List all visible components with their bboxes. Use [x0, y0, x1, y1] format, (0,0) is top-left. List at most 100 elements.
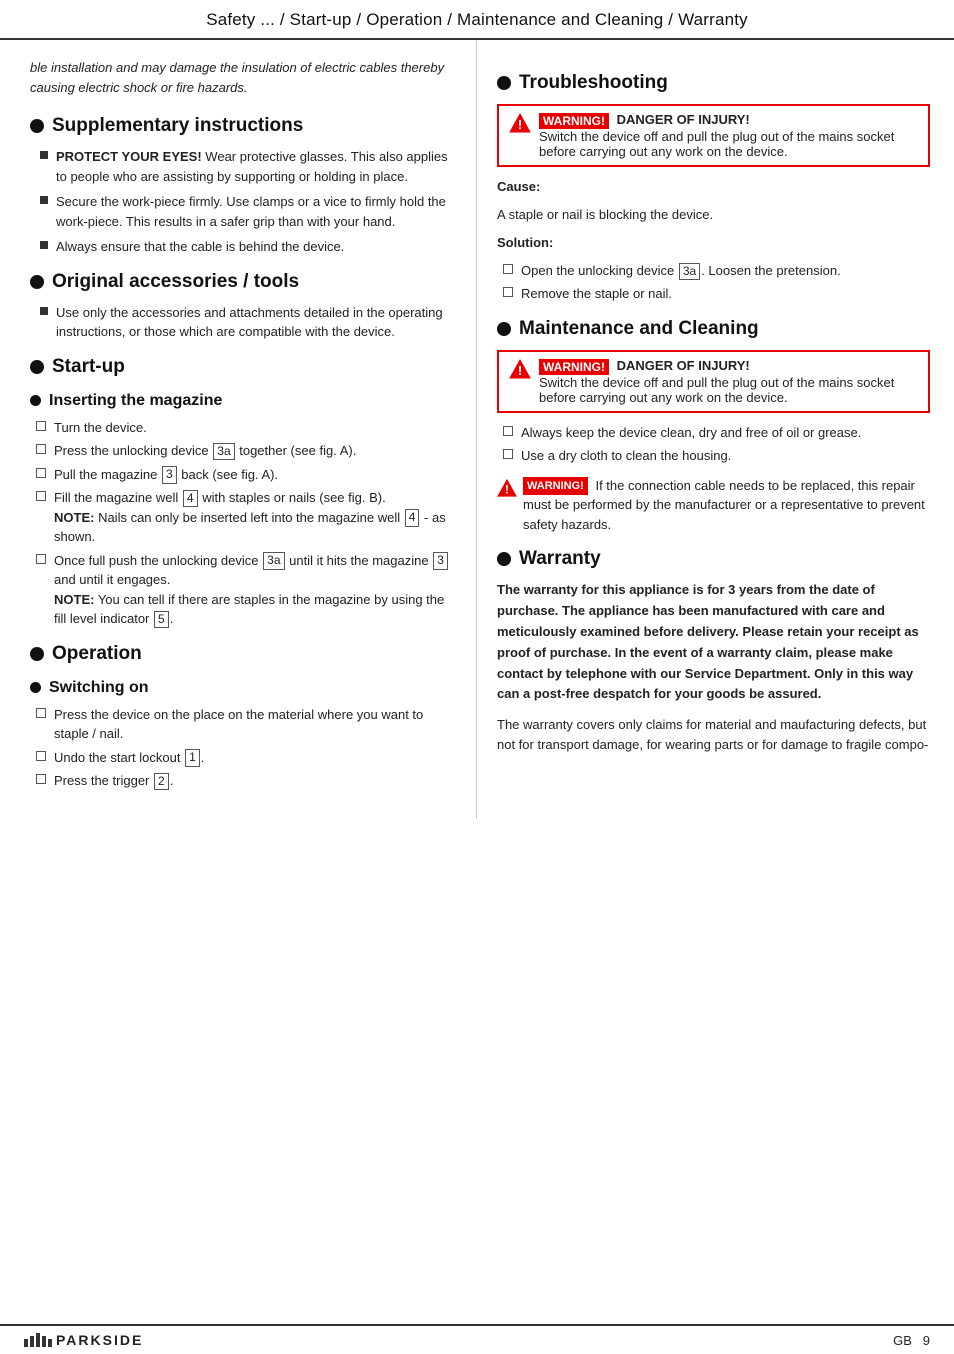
list-item: Pull the magazine 3 back (see fig. A). — [36, 465, 458, 485]
ref-1: 1 — [185, 749, 200, 767]
bullet-icon — [30, 647, 44, 661]
list-item: Always ensure that the cable is behind t… — [40, 237, 458, 257]
checkbox-icon — [36, 774, 46, 784]
operation-section: Operation — [30, 643, 458, 665]
checkbox-icon — [503, 287, 513, 297]
warranty-section: Warranty The warranty for this appliance… — [497, 548, 930, 755]
content-area: ble installation and may damage the insu… — [0, 40, 954, 819]
logo-text: PARKSIDE — [56, 1332, 143, 1348]
list-item: Use a dry cloth to clean the housing. — [503, 446, 930, 466]
ref-3: 3 — [162, 466, 177, 484]
intro-text: ble installation and may damage the insu… — [30, 58, 458, 97]
svg-text:!: ! — [518, 117, 522, 132]
ref-3a-t: 3a — [679, 263, 700, 281]
bullet-icon — [30, 395, 41, 406]
warranty-title: Warranty — [497, 548, 930, 570]
checkbox-icon — [503, 426, 513, 436]
warning-triangle-icon: ! — [509, 112, 531, 134]
page-footer: PARKSIDE GB 9 — [0, 1324, 954, 1354]
ref-3b: 3 — [433, 552, 448, 570]
ref-4b: 4 — [405, 509, 420, 527]
switching-on-list: Press the device on the place on the mat… — [30, 705, 458, 791]
footer-page-info: GB 9 — [893, 1333, 930, 1348]
logo-bars — [24, 1333, 52, 1347]
svg-text:!: ! — [518, 363, 522, 378]
bullet-icon — [30, 275, 44, 289]
list-item: Fill the magazine well 4 with staples or… — [36, 488, 458, 547]
bullet-icon — [497, 322, 511, 336]
accessories-title: Original accessories / tools — [30, 271, 458, 293]
list-item: Once full push the unlocking device 3a u… — [36, 551, 458, 629]
maintenance-list: Always keep the device clean, dry and fr… — [497, 423, 930, 466]
checkbox-icon — [36, 491, 46, 501]
list-item: Press the unlocking device 3a together (… — [36, 441, 458, 461]
maintenance-title: Maintenance and Cleaning — [497, 318, 930, 340]
warning-label: WARNING! — [539, 359, 609, 375]
troubleshooting-warning: ! WARNING! DANGER OF INJURY! Switch the … — [497, 104, 930, 167]
warranty-bold-text: The warranty for this appliance is for 3… — [497, 580, 930, 705]
list-item: PROTECT YOUR EYES! Wear protective glass… — [40, 147, 458, 186]
bar-2 — [30, 1336, 34, 1347]
accessories-list: Use only the accessories and attachments… — [30, 303, 458, 342]
bullet-icon — [30, 682, 41, 693]
list-item: Turn the device. — [36, 418, 458, 438]
troubleshooting-list: Open the unlocking device 3a. Loosen the… — [497, 261, 930, 304]
startup-title: Start-up — [30, 356, 458, 378]
switching-on-title: Switching on — [30, 679, 458, 697]
checkbox-icon — [503, 449, 513, 459]
troubleshooting-title: Troubleshooting — [497, 72, 930, 94]
ref-3a: 3a — [213, 443, 234, 461]
warning-label2: WARNING! — [523, 477, 588, 496]
accessories-section: Original accessories / tools Use only th… — [30, 271, 458, 342]
ref-5: 5 — [154, 611, 169, 629]
ref-4: 4 — [183, 490, 198, 508]
list-item: Undo the start lockout 1. — [36, 748, 458, 768]
bar-3 — [36, 1333, 40, 1347]
warning-triangle-icon: ! — [497, 478, 517, 498]
checkbox-icon — [36, 444, 46, 454]
checkbox-icon — [36, 751, 46, 761]
supplementary-title: Supplementary instructions — [30, 115, 458, 137]
left-column: ble installation and may damage the insu… — [0, 40, 477, 819]
warranty-body-text: The warranty covers only claims for mate… — [497, 715, 930, 755]
supplementary-list: PROTECT YOUR EYES! Wear protective glass… — [30, 147, 458, 257]
checkbox-icon — [36, 554, 46, 564]
bar-5 — [48, 1339, 52, 1347]
list-item: Use only the accessories and attachments… — [40, 303, 458, 342]
bullet-icon — [497, 552, 511, 566]
supplementary-section: Supplementary instructions PROTECT YOUR … — [30, 115, 458, 257]
inserting-section: Inserting the magazine Turn the device. … — [30, 392, 458, 629]
ref-3a2: 3a — [263, 552, 284, 570]
list-item: Always keep the device clean, dry and fr… — [503, 423, 930, 443]
svg-text:!: ! — [505, 482, 509, 496]
startup-section: Start-up — [30, 356, 458, 378]
page-header: Safety ... / Start-up / Operation / Main… — [0, 0, 954, 40]
checkbox-icon — [36, 468, 46, 478]
page: Safety ... / Start-up / Operation / Main… — [0, 0, 954, 1354]
checkbox-icon — [36, 708, 46, 718]
list-item: Remove the staple or nail. — [503, 284, 930, 304]
header-title: Safety ... / Start-up / Operation / Main… — [206, 10, 748, 29]
maintenance-section: Maintenance and Cleaning ! WARNING! DANG… — [497, 318, 930, 534]
square-icon — [40, 151, 48, 159]
list-item: Open the unlocking device 3a. Loosen the… — [503, 261, 930, 281]
troubleshooting-section: Troubleshooting ! WARNING! DANGER OF INJ… — [497, 72, 930, 304]
bullet-icon — [497, 76, 511, 90]
square-icon — [40, 241, 48, 249]
switching-on-section: Switching on Press the device on the pla… — [30, 679, 458, 791]
bar-4 — [42, 1336, 46, 1347]
warning-triangle-icon: ! — [509, 358, 531, 380]
inserting-list: Turn the device. Press the unlocking dev… — [30, 418, 458, 629]
checkbox-icon — [503, 264, 513, 274]
parkside-logo: PARKSIDE — [24, 1332, 143, 1348]
inserting-title: Inserting the magazine — [30, 392, 458, 410]
maintenance-warning: ! WARNING! DANGER OF INJURY! Switch the … — [497, 350, 930, 413]
maintenance-warning2: ! WARNING! If the connection cable needs… — [497, 476, 930, 535]
right-column: Troubleshooting ! WARNING! DANGER OF INJ… — [477, 40, 954, 819]
ref-2: 2 — [154, 773, 169, 791]
list-item: Secure the work-piece firmly. Use clamps… — [40, 192, 458, 231]
list-item: Press the trigger 2. — [36, 771, 458, 791]
bullet-icon — [30, 119, 44, 133]
checkbox-icon — [36, 421, 46, 431]
warning-label: WARNING! — [539, 113, 609, 129]
